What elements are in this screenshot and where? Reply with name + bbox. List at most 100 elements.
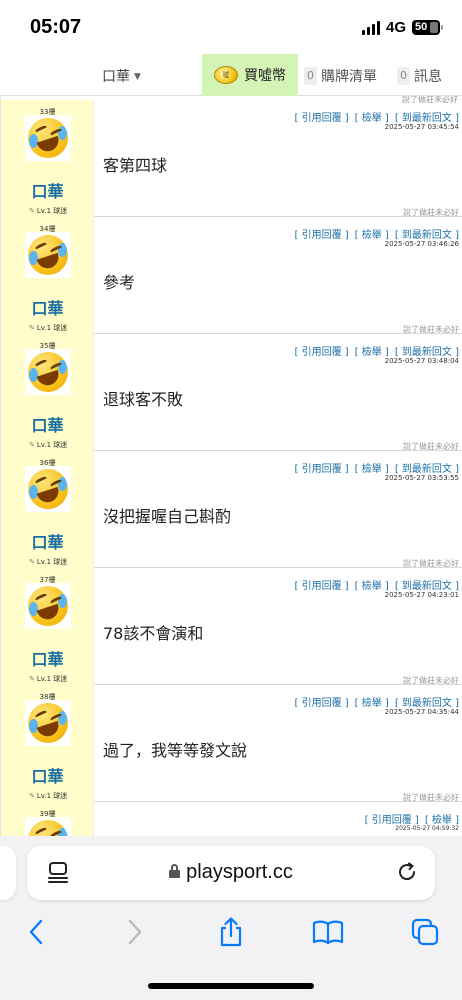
- post: 38樓 口華 ✎ Lv.1 球迷 [ 引用回覆 ][ 檢舉 ][ 到最新回文 ] …: [1, 685, 462, 802]
- address-bar[interactable]: playsport.cc: [27, 846, 435, 900]
- quote-reply-link[interactable]: [ 引用回覆 ]: [294, 698, 348, 709]
- post-timestamp: 2025-05-27 03:48:04: [384, 357, 459, 365]
- forward-button[interactable]: [117, 914, 153, 950]
- avatar[interactable]: [25, 115, 71, 161]
- buy-coins-label: 買噓幣: [244, 68, 286, 84]
- laughing-crying-emoji-icon: [28, 118, 68, 158]
- author-panel: 33樓 口華 ✎ Lv.1 球迷: [1, 100, 94, 217]
- post-actions: [ 引用回覆 ][ 檢舉 ]: [359, 811, 459, 826]
- post-timestamp: 2025-05-27 03:46:26: [384, 240, 459, 248]
- author-name[interactable]: 口華: [1, 529, 94, 553]
- post-actions: [ 引用回覆 ][ 檢舉 ][ 到最新回文 ]: [288, 460, 459, 475]
- pencil-icon: ✎: [29, 792, 35, 800]
- coin-icon: 噓: [214, 66, 238, 84]
- url-text[interactable]: playsport.cc: [27, 861, 435, 884]
- avatar[interactable]: [25, 817, 71, 836]
- battery-icon: 50: [412, 20, 443, 35]
- buy-coins-button[interactable]: 噓 買噓幣: [202, 54, 298, 96]
- post: 33樓 口華 ✎ Lv.1 球迷 [ 引用回覆 ][ 檢舉 ][ 到最新回文 ] …: [1, 100, 462, 217]
- tabs-button[interactable]: [407, 914, 443, 950]
- quote-reply-link[interactable]: [ 引用回覆 ]: [294, 347, 348, 358]
- avatar[interactable]: [25, 232, 71, 278]
- post-content: 過了，我等等發文說: [103, 741, 248, 760]
- avatar[interactable]: [25, 700, 71, 746]
- status-bar: 05:07 4G 50: [0, 0, 462, 54]
- battery-level: 50: [415, 21, 428, 33]
- previous-tab-preview[interactable]: [0, 846, 16, 900]
- post-content: 78該不會演和: [103, 624, 204, 643]
- post-timestamp: 2025-05-27 04:23:01: [384, 591, 459, 599]
- avatar[interactable]: [25, 583, 71, 629]
- author-name[interactable]: 口華: [1, 178, 94, 202]
- post-timestamp: 2025-05-27 04:59:32: [395, 825, 459, 832]
- pencil-icon: ✎: [29, 207, 35, 215]
- messages-link[interactable]: 0 訊息: [397, 66, 442, 86]
- quote-reply-link[interactable]: [ 引用回覆 ]: [294, 581, 348, 592]
- cart-count-badge: 0: [304, 67, 317, 85]
- post-content: 退球客不敗: [103, 390, 184, 409]
- user-menu-label: 口華: [102, 69, 130, 85]
- author-level: ✎ Lv.1 球迷: [29, 324, 68, 332]
- pencil-icon: ✎: [29, 324, 35, 332]
- reload-icon[interactable]: [395, 860, 419, 884]
- messages-label: 訊息: [414, 69, 442, 85]
- post-actions: [ 引用回覆 ][ 檢舉 ][ 到最新回文 ]: [288, 343, 459, 358]
- url-label: playsport.cc: [186, 861, 293, 883]
- status-time: 05:07: [30, 16, 82, 38]
- laughing-crying-emoji-icon: [28, 235, 68, 275]
- post-actions: [ 引用回覆 ][ 檢舉 ][ 到最新回文 ]: [288, 577, 459, 592]
- author-level: ✎ Lv.1 球迷: [29, 675, 68, 683]
- quote-reply-link[interactable]: [ 引用回覆 ]: [294, 464, 348, 475]
- author-panel: 39樓: [1, 802, 94, 836]
- post: 36樓 口華 ✎ Lv.1 球迷 [ 引用回覆 ][ 檢舉 ][ 到最新回文 ] …: [1, 451, 462, 568]
- post-actions: [ 引用回覆 ][ 檢舉 ][ 到最新回文 ]: [288, 694, 459, 709]
- author-name[interactable]: 口華: [1, 763, 94, 787]
- post-timestamp: 2025-05-27 03:53:55: [384, 474, 459, 482]
- laughing-crying-emoji-icon: [28, 820, 68, 836]
- share-button[interactable]: [213, 914, 249, 950]
- author-name[interactable]: 口華: [1, 295, 94, 319]
- avatar[interactable]: [25, 349, 71, 395]
- quote-reply-link[interactable]: [ 引用回覆 ]: [294, 230, 348, 241]
- author-level: ✎ Lv.1 球迷: [29, 441, 68, 449]
- site-nav: 口華 ▼ 噓 買噓幣 0 購牌清單 0 訊息: [0, 54, 462, 96]
- author-panel: 37樓 口華 ✎ Lv.1 球迷: [1, 568, 94, 685]
- author-panel: 38樓 口華 ✎ Lv.1 球迷: [1, 685, 94, 802]
- lock-icon: [169, 864, 181, 878]
- laughing-crying-emoji-icon: [28, 703, 68, 743]
- author-panel: 35樓 口華 ✎ Lv.1 球迷: [1, 334, 94, 451]
- post: 34樓 口華 ✎ Lv.1 球迷 [ 引用回覆 ][ 檢舉 ][ 到最新回文 ] …: [1, 217, 462, 334]
- cart-link[interactable]: 0 購牌清單: [304, 66, 377, 86]
- author-level: ✎ Lv.1 球迷: [29, 792, 68, 800]
- post-actions: [ 引用回覆 ][ 檢舉 ][ 到最新回文 ]: [288, 109, 459, 124]
- post: 37樓 口華 ✎ Lv.1 球迷 [ 引用回覆 ][ 檢舉 ][ 到最新回文 ] …: [1, 568, 462, 685]
- author-panel: 34樓 口華 ✎ Lv.1 球迷: [1, 217, 94, 334]
- page: 05:07 4G 50 口華 ▼ 噓 買噓幣 0 購牌清單 0 訊息 說了做莊未…: [0, 0, 462, 1000]
- signal-icon: [361, 20, 380, 35]
- author-level: ✎ Lv.1 球迷: [29, 558, 68, 566]
- post-actions: [ 引用回覆 ][ 檢舉 ][ 到最新回文 ]: [288, 226, 459, 241]
- network-label: 4G: [385, 19, 406, 36]
- cart-label: 購牌清單: [321, 69, 377, 85]
- caret-down-icon: ▼: [134, 72, 141, 82]
- back-icon: [29, 919, 43, 945]
- post: 39樓 [ 引用回覆 ][ 檢舉 ] 2025-05-27 04:59:32: [1, 802, 462, 836]
- post-content: 客第四球: [103, 156, 168, 175]
- bookmarks-button[interactable]: [310, 914, 346, 950]
- forward-icon: [128, 919, 142, 945]
- post-timestamp: 2025-05-27 04:35:44: [384, 708, 459, 716]
- messages-count-badge: 0: [397, 67, 410, 85]
- author-level: ✎ Lv.1 球迷: [29, 207, 68, 215]
- avatar[interactable]: [25, 466, 71, 512]
- author-name[interactable]: 口華: [1, 412, 94, 436]
- back-button[interactable]: [18, 914, 54, 950]
- author-name[interactable]: 口華: [1, 646, 94, 670]
- laughing-crying-emoji-icon: [28, 469, 68, 509]
- pencil-icon: ✎: [29, 675, 35, 683]
- quote-reply-link[interactable]: [ 引用回覆 ]: [294, 113, 348, 124]
- post-content: 參考: [103, 273, 136, 292]
- post: 35樓 口華 ✎ Lv.1 球迷 [ 引用回覆 ][ 檢舉 ][ 到最新回文 ] …: [1, 334, 462, 451]
- laughing-crying-emoji-icon: [28, 586, 68, 626]
- user-menu[interactable]: 口華 ▼: [102, 66, 141, 86]
- status-right: 4G 50: [361, 19, 443, 36]
